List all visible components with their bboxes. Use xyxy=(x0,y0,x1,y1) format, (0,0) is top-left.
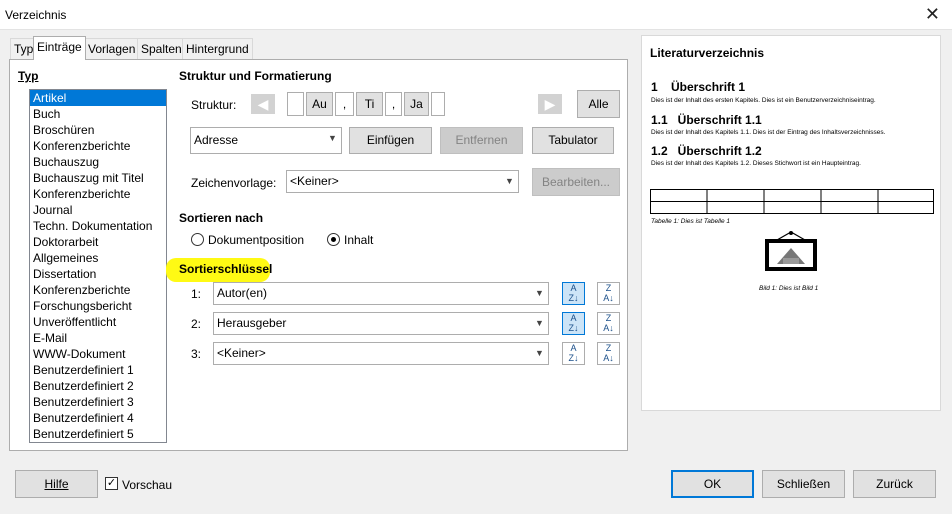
preview-h1: 1 Überschrift 1 xyxy=(651,80,746,94)
list-item[interactable]: Benutzerdefiniert 5 xyxy=(30,426,166,442)
list-item[interactable]: Techn. Dokumentation xyxy=(30,218,166,234)
remove-button[interactable]: Entfernen xyxy=(440,127,523,154)
structure-token-ti[interactable]: Ti xyxy=(356,92,383,116)
sort-heading: Sortieren nach xyxy=(179,211,264,225)
charstyle-select[interactable]: <Keiner> ▼ xyxy=(286,170,519,193)
preview-t1: Dies ist der Inhalt des ersten Kapitels.… xyxy=(651,97,876,104)
sort-descending-icon[interactable]: Z A↓ xyxy=(597,342,620,365)
type-listbox[interactable]: Artikel Buch Broschüren Konferenzbericht… xyxy=(29,89,167,443)
sortkeys-heading: Sortierschlüssel xyxy=(179,262,273,276)
title-bar xyxy=(0,0,952,30)
sortkey-label-2: 2: xyxy=(191,317,202,331)
structure-label: Struktur: xyxy=(191,98,237,112)
field-select[interactable]: Adresse ▼ xyxy=(190,127,342,154)
sortkey-label-1: 1: xyxy=(191,287,202,301)
sortkey-select-1[interactable]: Autor(en) ▼ xyxy=(213,282,549,305)
preview-t11: Dies ist der Inhalt des Kapitels 1.1. Di… xyxy=(651,129,886,136)
list-item[interactable]: Dissertation xyxy=(30,266,166,282)
window-title: Verzeichnis xyxy=(5,8,67,22)
structure-token-au[interactable]: Au xyxy=(306,92,333,116)
charstyle-label: Zeichenvorlage: xyxy=(191,176,277,190)
list-item[interactable]: Doktorarbeit xyxy=(30,234,166,250)
list-item[interactable]: Buchauszug xyxy=(30,154,166,170)
structure-heading: Struktur und Formatierung xyxy=(179,69,332,83)
radio-content-label: Inhalt xyxy=(344,233,374,247)
radio-content[interactable] xyxy=(327,233,340,246)
list-item[interactable]: Konferenzberichte xyxy=(30,138,166,154)
chevron-down-icon: ▼ xyxy=(535,288,544,298)
tab-eintraege[interactable]: Einträge xyxy=(33,36,86,60)
sort-ascending-icon[interactable]: A Z↓ xyxy=(562,282,585,305)
preview-title: Literaturverzeichnis xyxy=(650,46,765,60)
structure-token-ja[interactable]: Ja xyxy=(404,92,429,116)
sortkey-select-2[interactable]: Herausgeber ▼ xyxy=(213,312,549,335)
sort-ascending-icon[interactable]: A Z↓ xyxy=(562,312,585,335)
structure-token-comma[interactable]: , xyxy=(385,92,402,116)
list-item[interactable]: Buchauszug mit Titel xyxy=(30,170,166,186)
edit-button[interactable]: Bearbeiten... xyxy=(532,168,620,196)
list-item[interactable]: Benutzerdefiniert 3 xyxy=(30,394,166,410)
structure-token-blank[interactable] xyxy=(431,92,445,116)
list-item[interactable]: Journal xyxy=(30,202,166,218)
preview-checkbox-label: Vorschau xyxy=(122,478,173,492)
chevron-down-icon: ▼ xyxy=(535,348,544,358)
list-item[interactable]: Benutzerdefiniert 4 xyxy=(30,410,166,426)
sort-descending-icon[interactable]: Z A↓ xyxy=(597,312,620,335)
preview-h12: 1.2 Überschrift 1.2 xyxy=(651,144,762,158)
list-item[interactable]: Buch xyxy=(30,106,166,122)
tab-hintergrund[interactable]: Hintergrund xyxy=(182,38,253,59)
list-item[interactable]: Artikel xyxy=(30,90,166,106)
picture-icon xyxy=(765,231,817,271)
ok-button[interactable]: OK xyxy=(671,470,754,498)
chevron-down-icon: ▼ xyxy=(328,133,337,143)
list-item[interactable]: Unveröffentlicht xyxy=(30,314,166,330)
preview-h11: 1.1 Überschrift 1.1 xyxy=(651,113,762,127)
preview-table-caption: Tabelle 1: Dies ist Tabelle 1 xyxy=(651,218,731,225)
list-item[interactable]: Benutzerdefiniert 1 xyxy=(30,362,166,378)
help-button[interactable]: Hilfe xyxy=(15,470,98,498)
structure-token-comma[interactable]: , xyxy=(335,92,354,116)
radio-docposition-label: Dokumentposition xyxy=(208,233,305,247)
structure-token-blank[interactable] xyxy=(287,92,304,116)
close-button[interactable]: Schließen xyxy=(762,470,845,498)
list-item[interactable]: Forschungsbericht xyxy=(30,298,166,314)
tab-button[interactable]: Tabulator xyxy=(532,127,614,154)
chevron-down-icon: ▼ xyxy=(505,176,514,186)
tab-vorlagen[interactable]: Vorlagen xyxy=(84,38,140,59)
list-item[interactable]: Konferenzberichte xyxy=(30,186,166,202)
list-item[interactable]: Broschüren xyxy=(30,122,166,138)
list-item[interactable]: Benutzerdefiniert 2 xyxy=(30,378,166,394)
sortkey-select-3[interactable]: <Keiner> ▼ xyxy=(213,342,549,365)
list-item[interactable]: Allgemeines xyxy=(30,250,166,266)
insert-button[interactable]: Einfügen xyxy=(349,127,432,154)
list-item[interactable]: E-Mail xyxy=(30,330,166,346)
preview-checkbox[interactable]: ✓ xyxy=(105,477,118,490)
close-icon[interactable]: ✕ xyxy=(925,4,940,24)
sort-ascending-icon[interactable]: A Z↓ xyxy=(562,342,585,365)
arrow-left-icon[interactable]: ◀ xyxy=(251,94,275,114)
list-item[interactable]: Konferenzberichte xyxy=(30,282,166,298)
preview-t12: Dies ist der Inhalt des Kapitels 1.2. Di… xyxy=(651,160,861,167)
radio-docposition[interactable] xyxy=(191,233,204,246)
back-button[interactable]: Zurück xyxy=(853,470,936,498)
list-item[interactable]: WWW-Dokument xyxy=(30,346,166,362)
arrow-right-icon[interactable]: ▶ xyxy=(538,94,562,114)
sortkey-label-3: 3: xyxy=(191,347,202,361)
chevron-down-icon: ▼ xyxy=(535,318,544,328)
tab-spalten[interactable]: Spalten xyxy=(137,38,186,59)
sort-descending-icon[interactable]: Z A↓ xyxy=(597,282,620,305)
preview-image-caption: Bild 1: Dies ist Bild 1 xyxy=(759,285,819,292)
preview-table xyxy=(650,189,934,214)
all-button[interactable]: Alle xyxy=(577,90,620,118)
type-heading: Typ xyxy=(18,69,39,83)
